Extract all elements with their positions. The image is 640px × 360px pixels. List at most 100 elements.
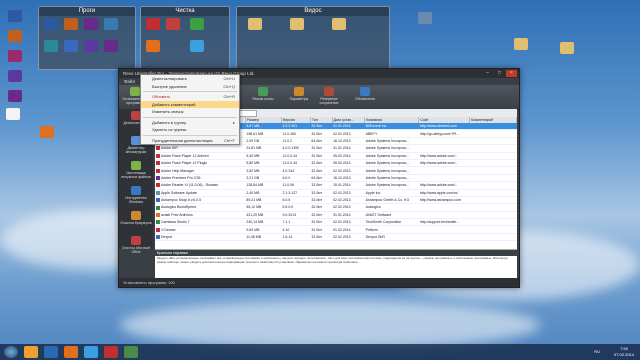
fence-app-icon[interactable] [104,40,118,52]
cell-text: 32-бит [311,124,323,129]
desktop-app-icon[interactable] [8,90,22,102]
table-cell [418,137,470,146]
sidebar-item[interactable]: Очистка браузеров [119,211,153,233]
context-menu-item[interactable]: Изменить значок [141,108,239,116]
fence-app-icon[interactable] [44,40,58,52]
fence-app-icon[interactable] [64,18,78,30]
table-row[interactable]: Dexpot 11,08 MB 1.6.14 32-бит 02.02.2013 Dexp… [155,233,517,242]
fence-app-icon[interactable] [248,18,262,30]
taskbar-firefox-icon[interactable] [64,346,78,358]
fence-app-icon[interactable] [166,18,180,30]
desktop-app-icon[interactable] [8,70,22,82]
context-menu-item[interactable]: Принудительная деинсталляция Ctrl+F [141,137,239,145]
menu-file[interactable]: Файл [119,78,140,85]
fence-app-icon[interactable] [332,18,346,30]
table-row[interactable]: Adobe Flash Player 12 Plugin 5,80 MB 12.0.… [155,159,517,168]
context-menu-item[interactable]: Удалить из группы [141,126,239,134]
fence-vidos[interactable]: Видос [236,6,390,70]
table-cell: Ashampoo GmbH & Co. KG [364,196,419,205]
sidebar-item[interactable]: Чистильщик ненужных файлов [119,161,153,183]
table-row[interactable]: Adobe Premiere Pro CS6 2,21 GB 6.0.0 64-бит… [155,174,517,183]
sidebar-label: Диспетчер автозагрузки [125,146,147,154]
ribbon-button[interactable]: Режим охоты [249,87,277,107]
fence-app-icon[interactable] [190,18,204,30]
table-cell: 32-бит [310,159,333,168]
table-cell: Adobe Systems Incorpora... [364,181,419,190]
fence-chistka[interactable]: Чистка [140,6,230,70]
cell-text: 6.0.0 [282,175,291,180]
table-row[interactable]: Adobe Help Manager 3,52 MB 4.0.244 32-бит 02… [155,166,517,175]
cell-text: 01.02.2014 [333,227,351,232]
ribbon-button[interactable]: Резервное сохранение [315,87,343,107]
fence-app-icon[interactable] [44,18,58,30]
fence-app-icon[interactable] [84,18,98,30]
table-cell: Apple Software Update [155,189,246,197]
table-cell [469,166,517,175]
context-menu-item[interactable]: Добавить комментарий [141,100,239,108]
table-cell: ABBYY [364,129,419,138]
desktop-shortcut-icon[interactable] [6,108,20,120]
menu-separator [143,134,237,136]
clock[interactable]: 7:55 07.02.2014 [614,346,634,358]
fence-progi[interactable]: Проги [38,6,136,70]
info-text: Модуль «Все установленные» показывает вс… [157,256,508,264]
taskbar-app-icon[interactable] [124,346,138,358]
sidebar-icon [131,236,141,245]
table-cell: http://www.adobe.com/... [418,181,470,190]
taskbar-skype-icon[interactable] [84,346,98,358]
context-menu-item[interactable]: Добавить в группу ▸ [141,119,239,127]
cell-text: Adobe Systems Incorpora... [365,183,409,188]
desktop-app-icon[interactable] [8,50,22,62]
maximize-button[interactable]: □ [494,70,505,77]
table-row[interactable]: Adobe Flash Player 12 ActiveX 5,40 MB 12.0… [155,152,517,160]
desktop-shortcut-icon[interactable] [40,126,54,138]
taskbar-ie-icon[interactable] [44,346,58,358]
context-menu-item[interactable]: Быстрое удаление Ctrl+Q [141,83,239,91]
fence-app-icon[interactable] [190,40,204,52]
table-cell: 02.02.2013 [332,196,365,205]
ribbon-button[interactable]: Обновления [351,87,379,107]
table-row[interactable]: Ashampoo Snap 6 v.6.0.5 89,21 MB 6.0.5 32-б… [155,196,517,205]
sidebar-item[interactable]: Очистка Microsoft Office [119,236,153,258]
table-row[interactable]: CCleaner 9,63 MB 4.10 32-бит 01.02.2014 Pirif… [155,225,517,234]
desktop-folder-icon[interactable] [560,42,574,54]
desktop-app-icon[interactable] [8,30,22,42]
fence-app-icon[interactable] [290,18,304,30]
table-cell: 89,21 MB [245,196,282,205]
table-row[interactable]: Auslogics BoostSpeed 55,12 MB 5.5.0.0 32-би… [155,203,517,212]
fence-app-icon[interactable] [146,40,160,52]
context-menu-item[interactable]: Деинсталлировать Ctrl+U [141,75,239,83]
desktop-folder-icon[interactable] [514,38,528,50]
cell-text: http://www.ashampoo.com [419,198,461,203]
table-cell: 128,84 MB [245,181,282,190]
table-row[interactable]: Adobe AIR 24,81 MB 4.0.0.1390 32-бит 31.01.2… [155,144,517,153]
sidebar-item[interactable]: Инструменты Windows [119,186,153,208]
table-cell: 11.0.06 [281,181,311,190]
clock-date: 07.02.2014 [613,352,634,357]
taskbar-revo-icon[interactable] [104,346,118,358]
cell-text: 15.01.2014 [333,183,351,188]
table-cell: 02.02.2013 [332,203,365,212]
context-menu-item[interactable]: Обновить Ctrl+R [141,93,239,101]
cell-text: 2,09 GB [246,138,260,143]
taskbar-explorer-icon[interactable] [24,346,38,358]
desktop-folder-icon[interactable] [418,12,432,24]
ribbon-button[interactable]: Параметры [285,87,313,107]
language-indicator[interactable]: RU [594,349,600,354]
fence-app-icon[interactable] [104,18,118,30]
table-cell: 240,14 MB [245,218,282,227]
fence-app-icon[interactable] [64,40,78,52]
minimize-button[interactable]: – [482,70,493,77]
background-cloud [120,300,540,350]
close-button[interactable]: × [506,70,517,77]
table-cell: 2.1.3.127 [281,189,311,197]
fence-app-icon[interactable] [84,40,98,52]
table-cell [469,123,517,131]
table-row[interactable]: Camtasia Studio 7 240,14 MB 7.1.1 32-бит 02.… [155,218,517,227]
fence-app-icon[interactable] [146,18,160,30]
start-button[interactable] [4,346,18,358]
desktop-app-icon[interactable] [8,10,22,22]
table-row[interactable]: avast! Free Antivirus 421,20 MB 9.0.2013 32… [155,211,517,220]
table-row[interactable]: Apple Software Update 2,40 MB 2.1.3.127 32-… [155,189,517,197]
table-row[interactable]: Adobe Reader XI (11.0.06) - Russian 128,8… [155,181,517,190]
